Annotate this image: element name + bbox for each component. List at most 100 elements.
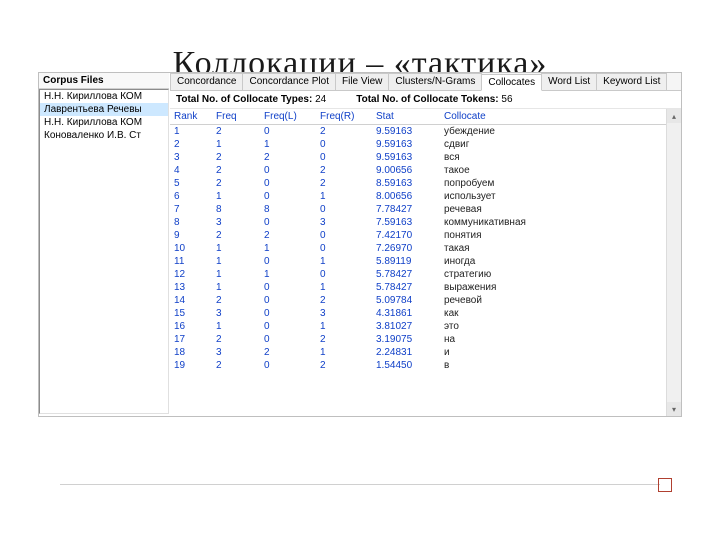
- cell: понятия: [440, 229, 681, 242]
- cell: иногда: [440, 255, 681, 268]
- table-row[interactable]: 183212.24831и: [170, 346, 681, 359]
- table-row[interactable]: 101107.26970такая: [170, 242, 681, 255]
- column-header[interactable]: Collocate: [440, 109, 681, 124]
- cell: 2: [260, 151, 316, 164]
- tab-collocates[interactable]: Collocates: [481, 74, 542, 91]
- cell: попробуем: [440, 177, 681, 190]
- table-row[interactable]: 32209.59163вся: [170, 151, 681, 164]
- table-row[interactable]: 12029.59163убеждение: [170, 125, 681, 138]
- cell: в: [440, 359, 681, 372]
- cell: 8.59163: [372, 177, 440, 190]
- tab-file-view[interactable]: File View: [335, 73, 389, 90]
- cell: 0: [316, 242, 372, 255]
- column-header[interactable]: Freq: [212, 109, 260, 124]
- table-row[interactable]: 92207.42170понятия: [170, 229, 681, 242]
- scroll-up-icon[interactable]: ▴: [667, 109, 681, 123]
- cell: 2: [316, 359, 372, 372]
- cell: убеждение: [440, 125, 681, 138]
- table-body[interactable]: 12029.59163убеждение21109.59163сдвиг3220…: [170, 125, 681, 414]
- cell: 2: [212, 177, 260, 190]
- cell: 0: [316, 268, 372, 281]
- cell: 18: [170, 346, 212, 359]
- cell: 9: [170, 229, 212, 242]
- tab-concordance[interactable]: Concordance: [170, 73, 243, 90]
- cell: 1: [260, 138, 316, 151]
- cell: 2: [316, 294, 372, 307]
- footer-square-icon: [658, 478, 672, 492]
- collocate-types: Total No. of Collocate Types: 24: [176, 94, 326, 105]
- vertical-scrollbar[interactable]: ▴ ▾: [666, 109, 681, 416]
- table-row[interactable]: 192021.54450в: [170, 359, 681, 372]
- cell: на: [440, 333, 681, 346]
- cell: 7.59163: [372, 216, 440, 229]
- table-row[interactable]: 111015.89119иногда: [170, 255, 681, 268]
- table-row[interactable]: 142025.09784речевой: [170, 294, 681, 307]
- cell: 1: [212, 320, 260, 333]
- cell: 1: [316, 281, 372, 294]
- corpus-file-item[interactable]: Лаврентьева Речевы: [40, 103, 168, 116]
- cell: вся: [440, 151, 681, 164]
- cell: 5.09784: [372, 294, 440, 307]
- scroll-down-icon[interactable]: ▾: [667, 402, 681, 416]
- cell: 0: [260, 294, 316, 307]
- tab-keyword-list[interactable]: Keyword List: [596, 73, 667, 90]
- cell: как: [440, 307, 681, 320]
- cell: 0: [260, 333, 316, 346]
- stats-bar: Total No. of Collocate Types: 24 Total N…: [170, 91, 681, 109]
- corpus-file-item[interactable]: Н.Н. Кириллова КОМ: [40, 90, 168, 103]
- cell: 9.00656: [372, 164, 440, 177]
- table-row[interactable]: 161013.81027это: [170, 320, 681, 333]
- cell: стратегию: [440, 268, 681, 281]
- cell: 7.26970: [372, 242, 440, 255]
- table-row[interactable]: 172023.19075на: [170, 333, 681, 346]
- tab-word-list[interactable]: Word List: [541, 73, 597, 90]
- cell: 8: [170, 216, 212, 229]
- cell: 8.00656: [372, 190, 440, 203]
- cell: речевая: [440, 203, 681, 216]
- cell: 10: [170, 242, 212, 255]
- cell: 1: [260, 268, 316, 281]
- cell: 3: [212, 216, 260, 229]
- table-row[interactable]: 52028.59163попробуем: [170, 177, 681, 190]
- table-row[interactable]: 121105.78427стратегию: [170, 268, 681, 281]
- cell: 2: [212, 294, 260, 307]
- cell: 8: [260, 203, 316, 216]
- cell: 1: [316, 255, 372, 268]
- column-header[interactable]: Freq(R): [316, 109, 372, 124]
- table-row[interactable]: 61018.00656использует: [170, 190, 681, 203]
- corpus-file-item[interactable]: Н.Н. Кириллова КОМ: [40, 116, 168, 129]
- cell: 9.59163: [372, 151, 440, 164]
- cell: 2: [260, 229, 316, 242]
- cell: 1: [170, 125, 212, 138]
- cell: 2: [212, 229, 260, 242]
- column-header[interactable]: Freq(L): [260, 109, 316, 124]
- cell: такая: [440, 242, 681, 255]
- cell: такое: [440, 164, 681, 177]
- tab-clusters-n-grams[interactable]: Clusters/N-Grams: [388, 73, 482, 90]
- tab-concordance-plot[interactable]: Concordance Plot: [242, 73, 336, 90]
- cell: 2: [260, 346, 316, 359]
- cell: 0: [260, 177, 316, 190]
- corpus-file-item[interactable]: Коноваленко И.В. Ст: [40, 129, 168, 142]
- table-row[interactable]: 83037.59163коммуникативная: [170, 216, 681, 229]
- table-header-row: RankFreqFreq(L)Freq(R)StatCollocate: [170, 109, 681, 125]
- cell: 0: [260, 320, 316, 333]
- cell: 1: [260, 242, 316, 255]
- cell: 17: [170, 333, 212, 346]
- cell: 16: [170, 320, 212, 333]
- table-row[interactable]: 21109.59163сдвиг: [170, 138, 681, 151]
- cell: 7: [170, 203, 212, 216]
- cell: 0: [260, 164, 316, 177]
- column-header[interactable]: Rank: [170, 109, 212, 124]
- column-header[interactable]: Stat: [372, 109, 440, 124]
- table-row[interactable]: 153034.31861как: [170, 307, 681, 320]
- table-row[interactable]: 42029.00656такое: [170, 164, 681, 177]
- cell: 2: [316, 125, 372, 138]
- cell: 1: [316, 320, 372, 333]
- table-row[interactable]: 78807.78427речевая: [170, 203, 681, 216]
- cell: 3.19075: [372, 333, 440, 346]
- corpus-files-list[interactable]: Н.Н. Кириллова КОМЛаврентьева РечевыН.Н.…: [39, 89, 169, 414]
- table-row[interactable]: 131015.78427выражения: [170, 281, 681, 294]
- cell: 1: [212, 190, 260, 203]
- cell: 1: [212, 138, 260, 151]
